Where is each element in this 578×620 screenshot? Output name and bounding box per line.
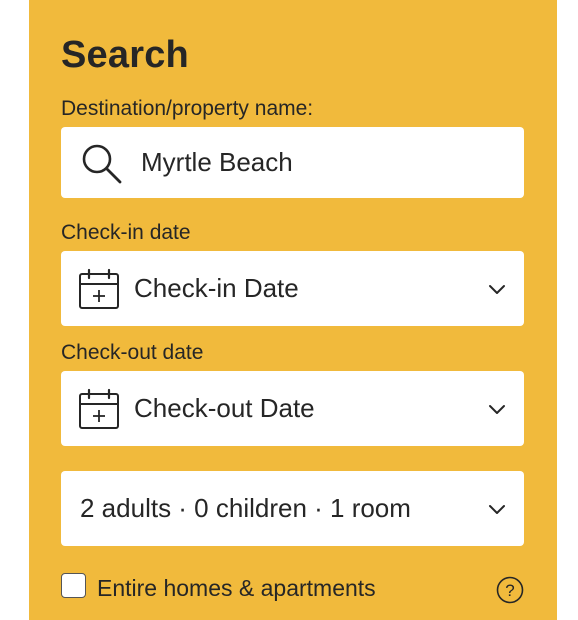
- checkout-label: Check-out date: [61, 341, 204, 364]
- checkout-date-select[interactable]: Check-out Date: [61, 371, 524, 446]
- checkin-label: Check-in date: [61, 221, 191, 244]
- checkin-date-select[interactable]: Check-in Date: [61, 251, 524, 326]
- chevron-down-icon: [489, 404, 505, 414]
- search-title: Search: [61, 34, 189, 76]
- calendar-icon: [79, 388, 119, 429]
- question-circle-icon[interactable]: ?: [496, 576, 524, 604]
- guests-value: 2 adults · 0 children · 1 room: [80, 493, 411, 523]
- destination-input[interactable]: Myrtle Beach: [61, 127, 524, 198]
- entire-homes-label[interactable]: Entire homes & apartments: [97, 575, 376, 602]
- entire-homes-checkbox[interactable]: [61, 573, 86, 598]
- guests-select[interactable]: 2 adults · 0 children · 1 room: [61, 471, 524, 546]
- chevron-down-icon: [489, 284, 505, 294]
- destination-label: Destination/property name:: [61, 97, 314, 120]
- svg-text:?: ?: [505, 581, 514, 600]
- checkin-value: Check-in Date: [134, 273, 299, 303]
- checkout-value: Check-out Date: [134, 393, 315, 423]
- search-icon: [82, 144, 122, 183]
- chevron-down-icon: [489, 504, 505, 514]
- calendar-icon: [79, 268, 119, 309]
- destination-value: Myrtle Beach: [141, 147, 293, 177]
